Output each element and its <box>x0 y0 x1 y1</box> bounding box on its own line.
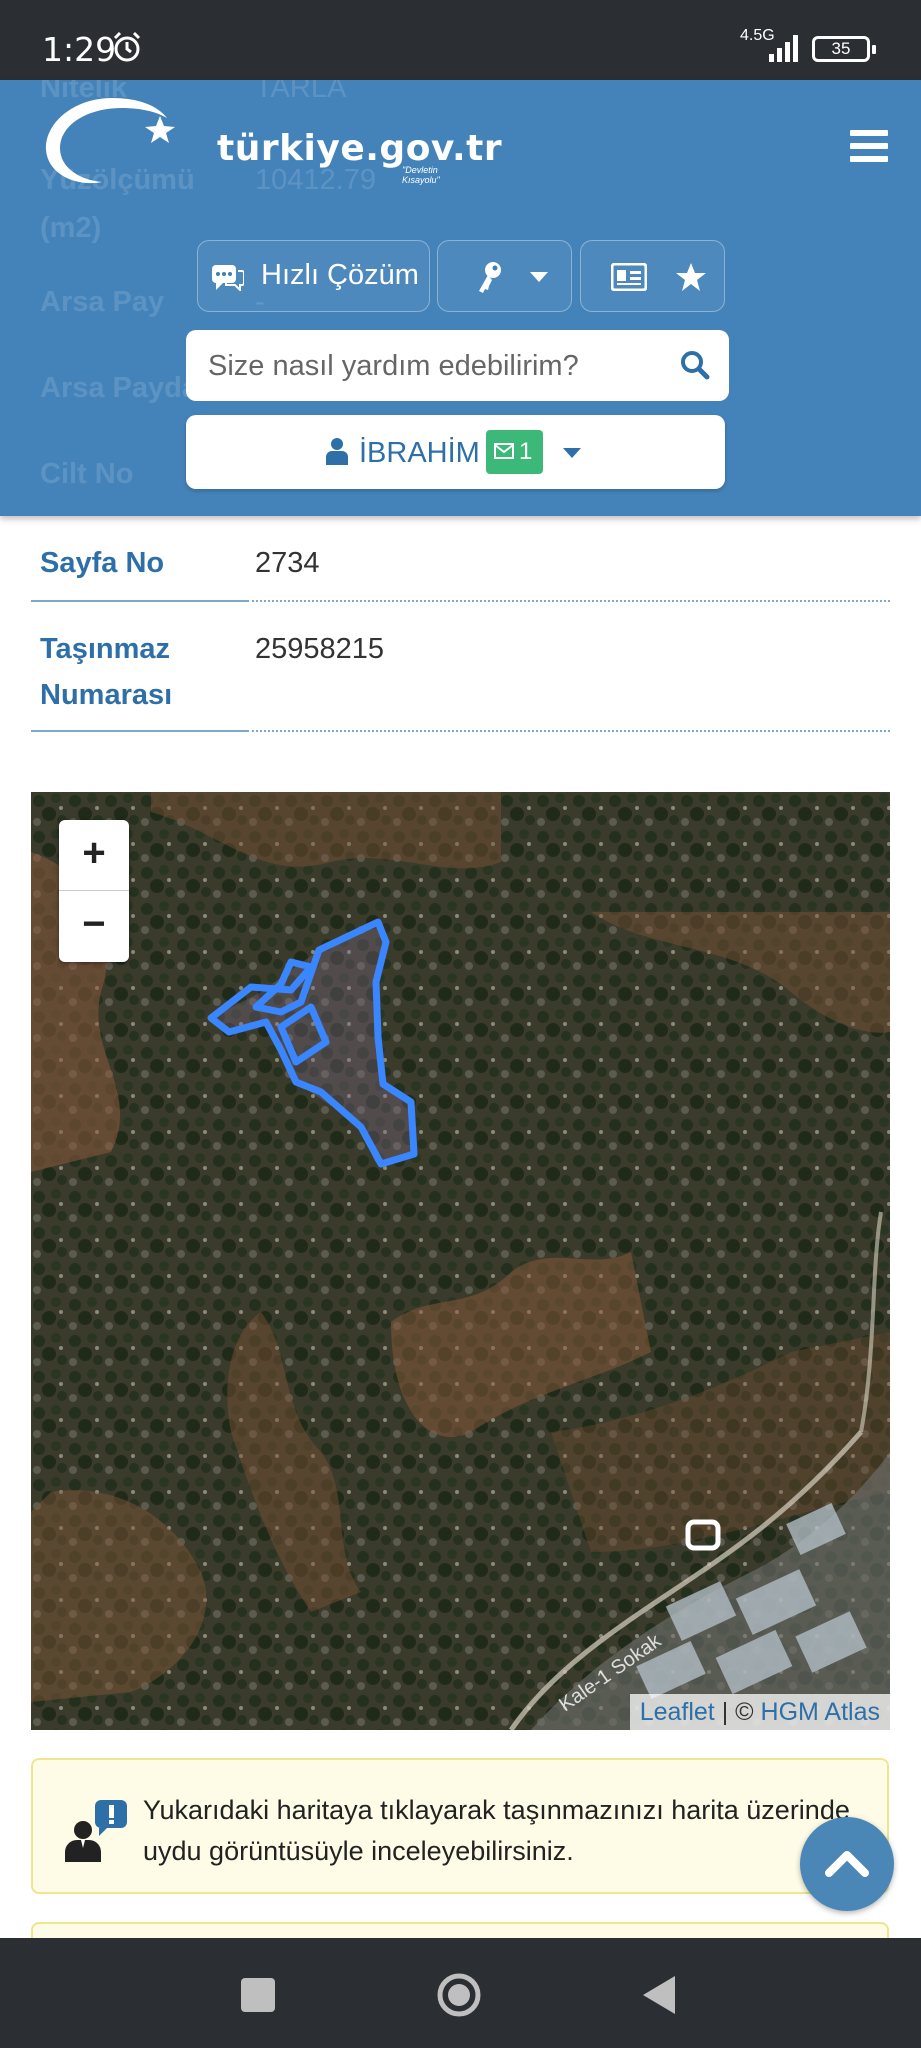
search-input[interactable] <box>206 340 660 392</box>
user-menu-button[interactable]: İBRAHİM 1 <box>186 415 725 489</box>
home-icon[interactable] <box>435 1971 483 2019</box>
info-notice: Yukarıdaki haritaya tıklayarak taşınmazı… <box>31 1758 889 1894</box>
chevron-down-icon <box>530 272 548 282</box>
row-value: 2734 <box>255 547 320 579</box>
attribution-separator: | © <box>714 1698 761 1726</box>
zoom-control: + − <box>59 820 129 962</box>
menu-icon[interactable] <box>850 130 888 162</box>
id-card-icon[interactable] <box>611 263 647 291</box>
chat-bubbles-icon <box>212 265 244 291</box>
row-value: 25958215 <box>255 633 385 665</box>
back-icon[interactable] <box>641 1974 677 2016</box>
identity-favorites-group[interactable] <box>580 240 725 312</box>
table-row: Taşınmaz Numarası 25958215 <box>31 620 890 732</box>
system-navigation-bar <box>0 1938 921 2048</box>
user-name: İBRAHİM <box>359 437 480 469</box>
signal-icon <box>769 35 798 62</box>
logo-text: türkiye.gov.tr <box>217 128 503 169</box>
satellite-imagery <box>31 792 890 1730</box>
ghost-label: Arsa Payda <box>40 372 198 404</box>
chevron-down-icon <box>563 448 581 458</box>
info-text: Yukarıdaki haritaya tıklayarak taşınmazı… <box>143 1795 850 1866</box>
search-icon[interactable] <box>680 350 710 380</box>
crescent-star-logo-icon <box>45 98 175 184</box>
quick-solution-button[interactable]: Hızlı Çözüm <box>197 240 430 312</box>
alarm-icon <box>113 31 141 62</box>
parcel-map[interactable]: + − Kale-1 Sokak Leaflet | © HGM Atlas <box>31 792 890 1730</box>
user-alert-icon <box>65 1800 127 1862</box>
user-icon <box>326 438 348 465</box>
quick-solution-label: Hızlı Çözüm <box>261 259 419 291</box>
row-label: Sayfa No <box>40 547 165 579</box>
envelope-icon <box>494 443 514 459</box>
ghost-label: Cilt No <box>40 458 134 490</box>
map-attribution: Leaflet | © HGM Atlas <box>629 1694 890 1730</box>
zoom-in-button[interactable]: + <box>59 820 129 891</box>
message-count: 1 <box>519 438 533 465</box>
ghost-label: Arsa Pay <box>40 286 165 318</box>
hgm-atlas-link[interactable]: HGM Atlas <box>761 1698 880 1726</box>
row-label: Taşınmaz Numarası <box>40 633 173 711</box>
chevron-up-icon <box>825 1851 869 1877</box>
leaflet-link[interactable]: Leaflet <box>640 1698 715 1726</box>
site-header: Nitelik TARLA Yüzölçümü (m2) 10412.79 Ar… <box>0 80 921 516</box>
search-box <box>186 330 729 401</box>
battery-icon: 35 <box>812 36 876 62</box>
site-logo[interactable]: türkiye.gov.tr "Devletin Kısayolu" <box>42 90 502 190</box>
recent-apps-icon[interactable] <box>241 1978 275 2012</box>
messages-badge[interactable]: 1 <box>486 430 543 474</box>
status-bar: 1:29 4.5G 35 <box>0 0 921 80</box>
zoom-out-button[interactable]: − <box>59 891 129 961</box>
login-key-dropdown[interactable] <box>437 240 572 312</box>
star-icon[interactable] <box>675 261 707 293</box>
status-time: 1:29 <box>42 30 117 69</box>
key-icon <box>479 262 501 293</box>
table-row: Sayfa No 2734 <box>31 534 890 602</box>
logo-tagline: "Devletin Kısayolu" <box>402 165 440 185</box>
scroll-to-top-button[interactable] <box>800 1817 894 1911</box>
